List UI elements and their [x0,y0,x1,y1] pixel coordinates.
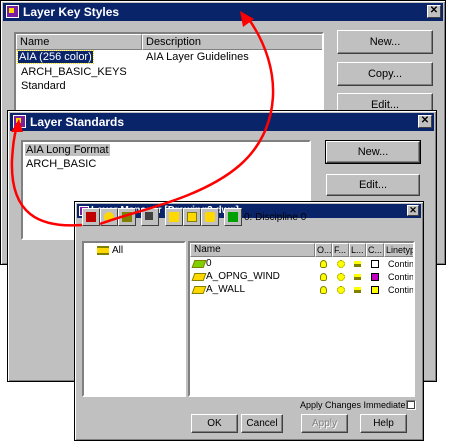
lightbulb-icon[interactable] [320,260,327,268]
cancel-button[interactable]: Cancel [241,414,283,433]
color-swatch[interactable] [371,260,379,268]
column-header-description[interactable]: Description [142,34,322,50]
ok-button[interactable]: OK [191,414,238,433]
layer-list[interactable]: Name O... F... L... C... Linetyp 0 Conti… [188,241,415,397]
column-header-freeze[interactable]: F... [332,243,349,257]
sun-icon[interactable] [337,273,345,281]
layer-icon [191,273,207,281]
column-header-lock[interactable]: L... [349,243,366,257]
lightbulb-icon[interactable] [320,286,327,294]
filter-tool[interactable] [118,208,136,226]
layer-tree[interactable]: All [82,241,186,397]
layer-group-icon [187,212,197,222]
app-icon [6,5,19,18]
lock-icon[interactable] [354,261,361,267]
layer-name: 0 [206,258,212,269]
table-row[interactable]: 0 Continu [190,258,415,271]
column-header-on[interactable]: O... [315,243,332,257]
layer-group-tool[interactable] [183,208,201,226]
refresh-tool[interactable] [201,208,219,226]
sun-icon[interactable] [337,286,345,294]
snapshot-icon [145,212,153,220]
list-item[interactable]: Standard [21,80,66,93]
copy-button[interactable]: Copy... [337,62,433,86]
layer-key-tool[interactable] [100,208,118,226]
color-swatch[interactable] [371,273,379,281]
layer-stack-icon [97,246,109,255]
new-button[interactable]: New... [325,140,421,164]
column-header-linetype[interactable]: Linetyp [384,243,413,257]
help-button[interactable]: Help [360,414,407,433]
layer-linetype: Continu [388,259,415,269]
layer-icon [191,260,207,268]
apply-changes-checkbox[interactable] [406,400,416,410]
column-header-color[interactable]: C... [366,243,384,257]
list-item[interactable]: AIA (256 color) [17,50,94,64]
sun-icon[interactable] [337,260,345,268]
layer-name: A_WALL [206,284,246,295]
layer-name: A_OPNG_WIND [206,271,280,282]
layer-standards-title: Layer Standards [30,115,125,129]
refresh-icon [205,212,215,222]
app-icon [13,115,26,128]
properties-tool[interactable] [165,208,183,226]
check-icon [228,212,238,222]
layer-key-styles-list[interactable]: Name Description AIA (256 color) AIA Lay… [14,32,324,112]
close-icon[interactable]: ✕ [407,205,419,216]
layer-linetype: Continu [388,285,415,295]
properties-icon [169,212,179,222]
tree-item-all[interactable]: All [112,245,123,256]
list-item-description: AIA Layer Guidelines [146,51,249,63]
current-layer-tool[interactable] [224,208,242,226]
table-row[interactable]: A_OPNG_WIND Continu [190,271,415,284]
table-row[interactable]: A_WALL Continu [190,284,415,297]
list-item[interactable]: AIA Long Format [25,144,110,157]
edit-button[interactable]: Edit... [326,174,420,196]
list-item-name: AIA (256 color) [17,50,94,64]
column-header-name[interactable]: Name [190,243,315,257]
layer-icon [86,212,96,222]
layer-icon [191,286,207,294]
lightbulb-icon[interactable] [320,273,327,281]
new-button[interactable]: New... [337,30,433,54]
layer-key-styles-titlebar: Layer Key Styles ✕ [3,3,443,21]
list-item[interactable]: ARCH_BASIC [26,158,96,171]
current-layer-label: 0: Discipline 0 [244,212,307,223]
layer-key-styles-title: Layer Key Styles [23,5,120,19]
list-item[interactable]: ARCH_BASIC_KEYS [21,66,127,79]
layer-linetype: Continu [388,272,415,282]
apply-changes-label: Apply Changes Immediately: [300,400,415,410]
snapshot-tool[interactable] [141,208,159,226]
color-swatch[interactable] [371,286,379,294]
list-item-name: AIA Long Format [25,144,110,156]
lock-icon[interactable] [354,287,361,293]
key-icon [104,212,114,222]
filter-icon [122,212,132,222]
close-icon[interactable]: ✕ [427,5,441,18]
apply-button[interactable]: Apply [301,414,348,433]
lock-icon[interactable] [354,274,361,280]
new-layer-tool[interactable] [82,208,100,226]
column-header-name[interactable]: Name [16,34,142,50]
close-icon[interactable]: ✕ [418,115,432,128]
layer-standards-titlebar: Layer Standards ✕ [10,113,434,131]
